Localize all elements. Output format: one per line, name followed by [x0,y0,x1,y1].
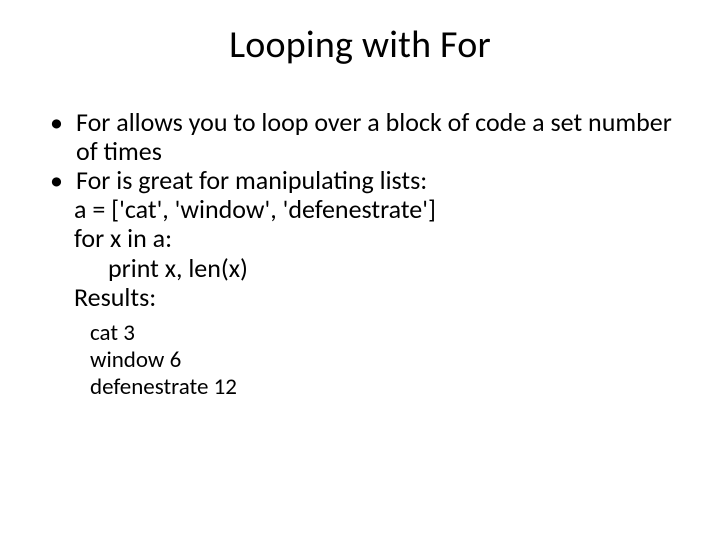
code-line-indented: print x, len(x) [48,254,672,283]
bullet-text: For allows you to loop over a block of c… [76,108,672,166]
output-line: window 6 [90,347,672,374]
bullet-dot-icon: • [48,108,76,137]
bullet-item: • For is great for manipulating lists: [48,166,672,195]
slide-title: Looping with For [0,0,720,68]
slide-body: • For allows you to loop over a block of… [48,108,672,401]
bullet-dot-icon: • [48,166,76,195]
results-label: Results: [48,283,672,312]
slide: Looping with For • For allows you to loo… [0,0,720,540]
bullet-text: For is great for manipulating lists: [76,166,672,195]
results-output: cat 3 window 6 defenestrate 12 [48,320,672,401]
code-line: a = ['cat', 'window', 'defenestrate'] [48,195,672,224]
bullet-item: • For allows you to loop over a block of… [48,108,672,166]
output-line: cat 3 [90,320,672,347]
output-line: defenestrate 12 [90,374,672,401]
code-line: for x in a: [48,224,672,253]
